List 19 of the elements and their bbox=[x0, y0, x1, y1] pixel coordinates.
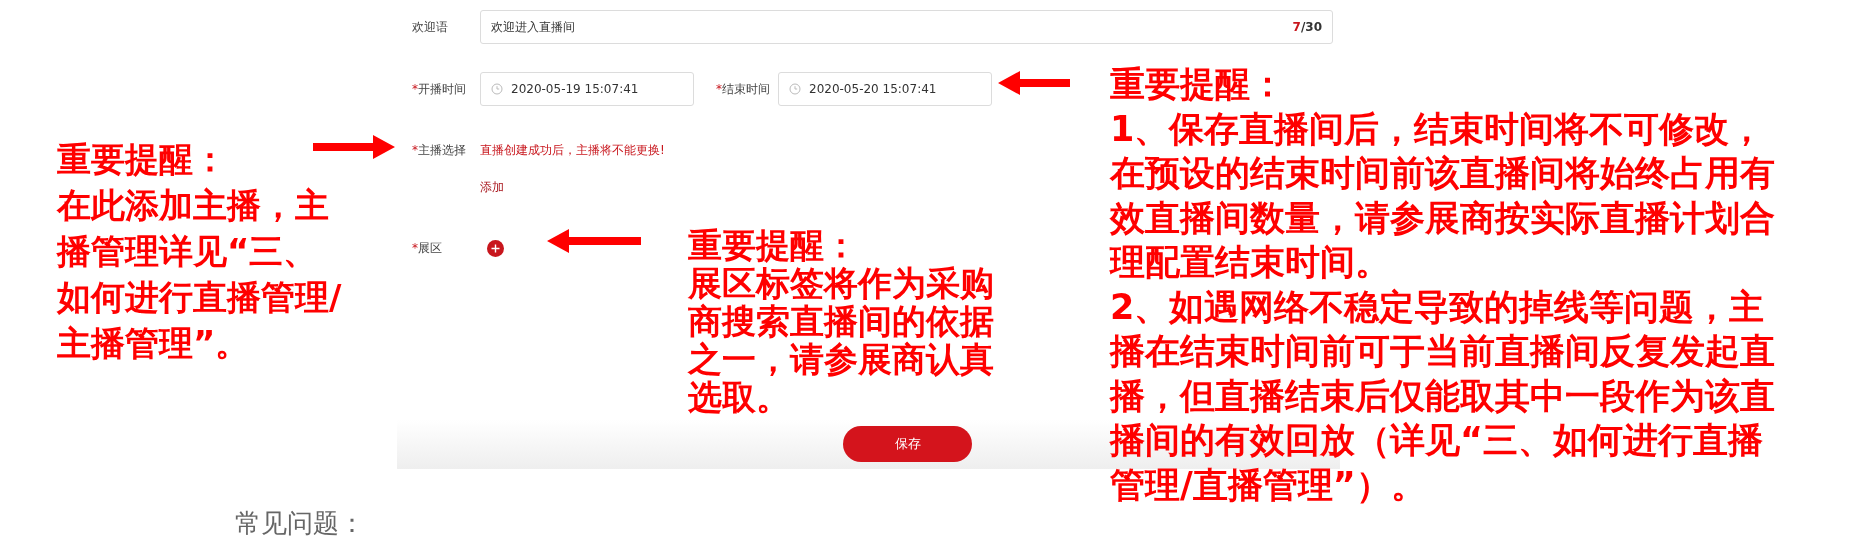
add-link[interactable]: 添加 bbox=[480, 179, 504, 196]
save-button[interactable]: 保存 bbox=[843, 426, 972, 462]
reminder-note: 重要提醒： 展区标签将作为采购 商搜索直播间的依据 之一，请参展商认真 选取。 bbox=[688, 226, 994, 416]
field-label: *结束时间 bbox=[716, 80, 770, 98]
field-label: *开播时间 bbox=[412, 80, 467, 98]
pointer-arrow bbox=[998, 71, 1070, 95]
datetime-field[interactable]: 2020-05-19 15:07:41 bbox=[480, 72, 694, 106]
clock-icon bbox=[789, 83, 801, 95]
field-label: *主播选择 bbox=[412, 142, 467, 159]
field-label: *展区 bbox=[412, 240, 443, 257]
reminder-note: 重要提醒： 1、保存直播间后，结束时间将不可修改， 在预设的结束时间前该直播间将始终占用有 效直播间数量，请参展商按实际直播计划合 理配置结束时间。 2、如遇网络不稳定导致的掉线等问题，主 播在结束时间前可于当前直播间反复发起直 播，但直播结束后仅能取其中一段作为该直 播间的有效回放（详见“三、如何进行直播 管理/直播管理”）。 bbox=[1110, 63, 1775, 507]
welcome-field[interactable]: 欢迎进入直播间 7/30 bbox=[480, 10, 1333, 44]
clock-icon bbox=[491, 83, 503, 95]
datetime-field[interactable]: 2020-05-20 15:07:41 bbox=[778, 72, 992, 106]
warning-text: 直播创建成功后，主播将不能更换! bbox=[480, 142, 665, 159]
reminder-note: 重要提醒： 在此添加主播，主 播管理详见“三、 如何进行直播管理/ 主播管理”。 bbox=[57, 138, 342, 365]
field-label: 欢迎语 bbox=[412, 18, 449, 36]
section-heading: 常见问题： bbox=[235, 508, 365, 538]
add-icon[interactable] bbox=[487, 240, 504, 257]
